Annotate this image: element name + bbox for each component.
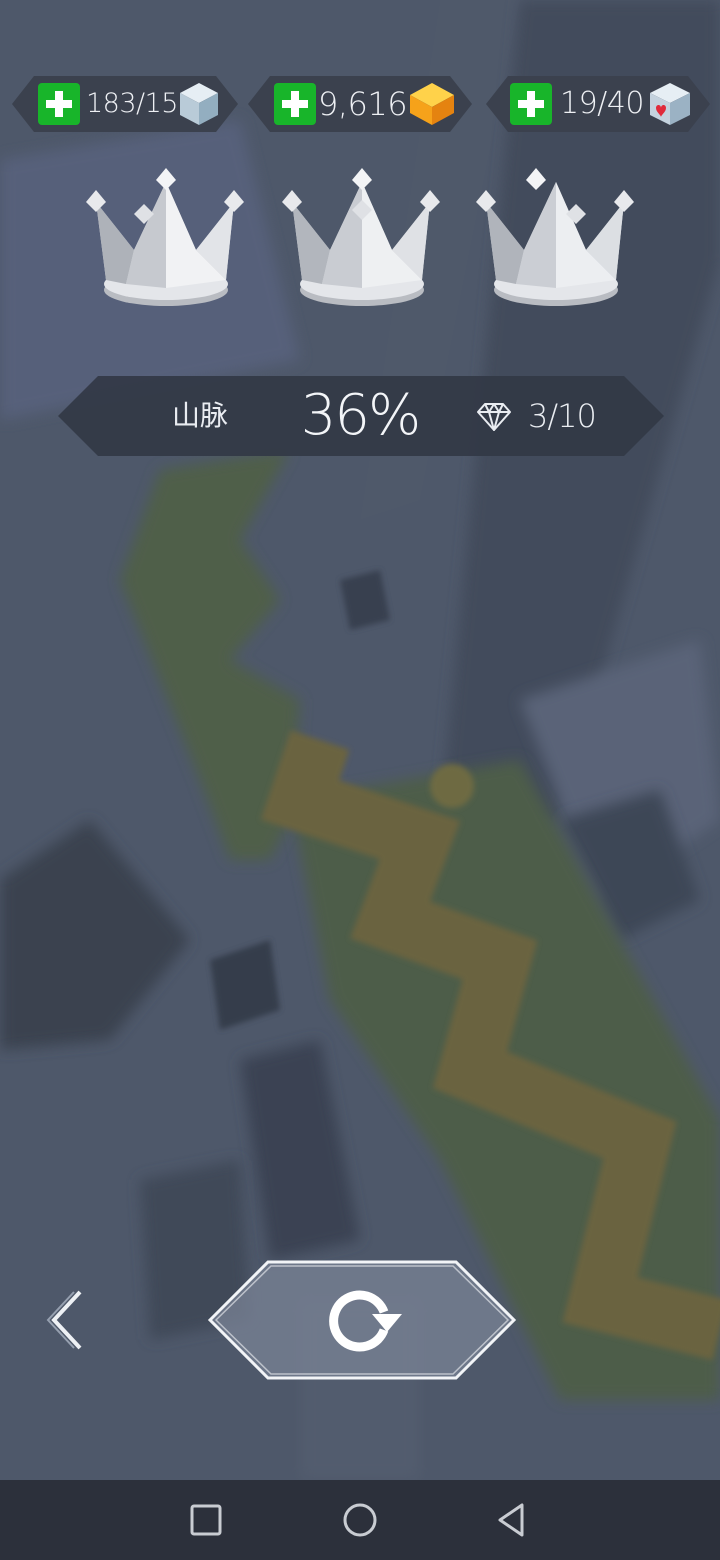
heart-cube-icon (650, 83, 690, 125)
add-lives-button[interactable] (510, 83, 552, 125)
crown-1-icon (86, 168, 244, 306)
level-name: 山脉 (171, 399, 228, 432)
ice-cube-icon (180, 83, 218, 125)
level-progress-percent: 36% (300, 383, 421, 448)
circle-icon[interactable] (338, 1498, 382, 1542)
square-icon[interactable] (184, 1498, 228, 1542)
triangle-back-icon[interactable] (490, 1498, 534, 1542)
cubes-value: 183/15 (86, 88, 179, 119)
diamond-icon (477, 403, 511, 431)
lives-value: 19/40 (560, 86, 644, 121)
currency-cubes: 183/15 (12, 76, 238, 132)
coins-value: 9,616 (318, 85, 408, 123)
gem-count: 3/10 (528, 397, 597, 435)
currency-coins: 9,616 (248, 76, 472, 132)
add-coins-button[interactable] (274, 83, 316, 125)
back-button[interactable] (40, 1284, 100, 1356)
retry-button[interactable] (206, 1258, 518, 1382)
currency-lives: 19/40 (486, 76, 710, 132)
gold-cube-icon (410, 83, 454, 125)
chevron-left-icon (46, 1290, 82, 1350)
system-nav-bar (0, 1480, 720, 1560)
crown-2-icon (282, 168, 440, 306)
crown-3-icon (476, 168, 634, 306)
add-cubes-button[interactable] (38, 83, 80, 125)
